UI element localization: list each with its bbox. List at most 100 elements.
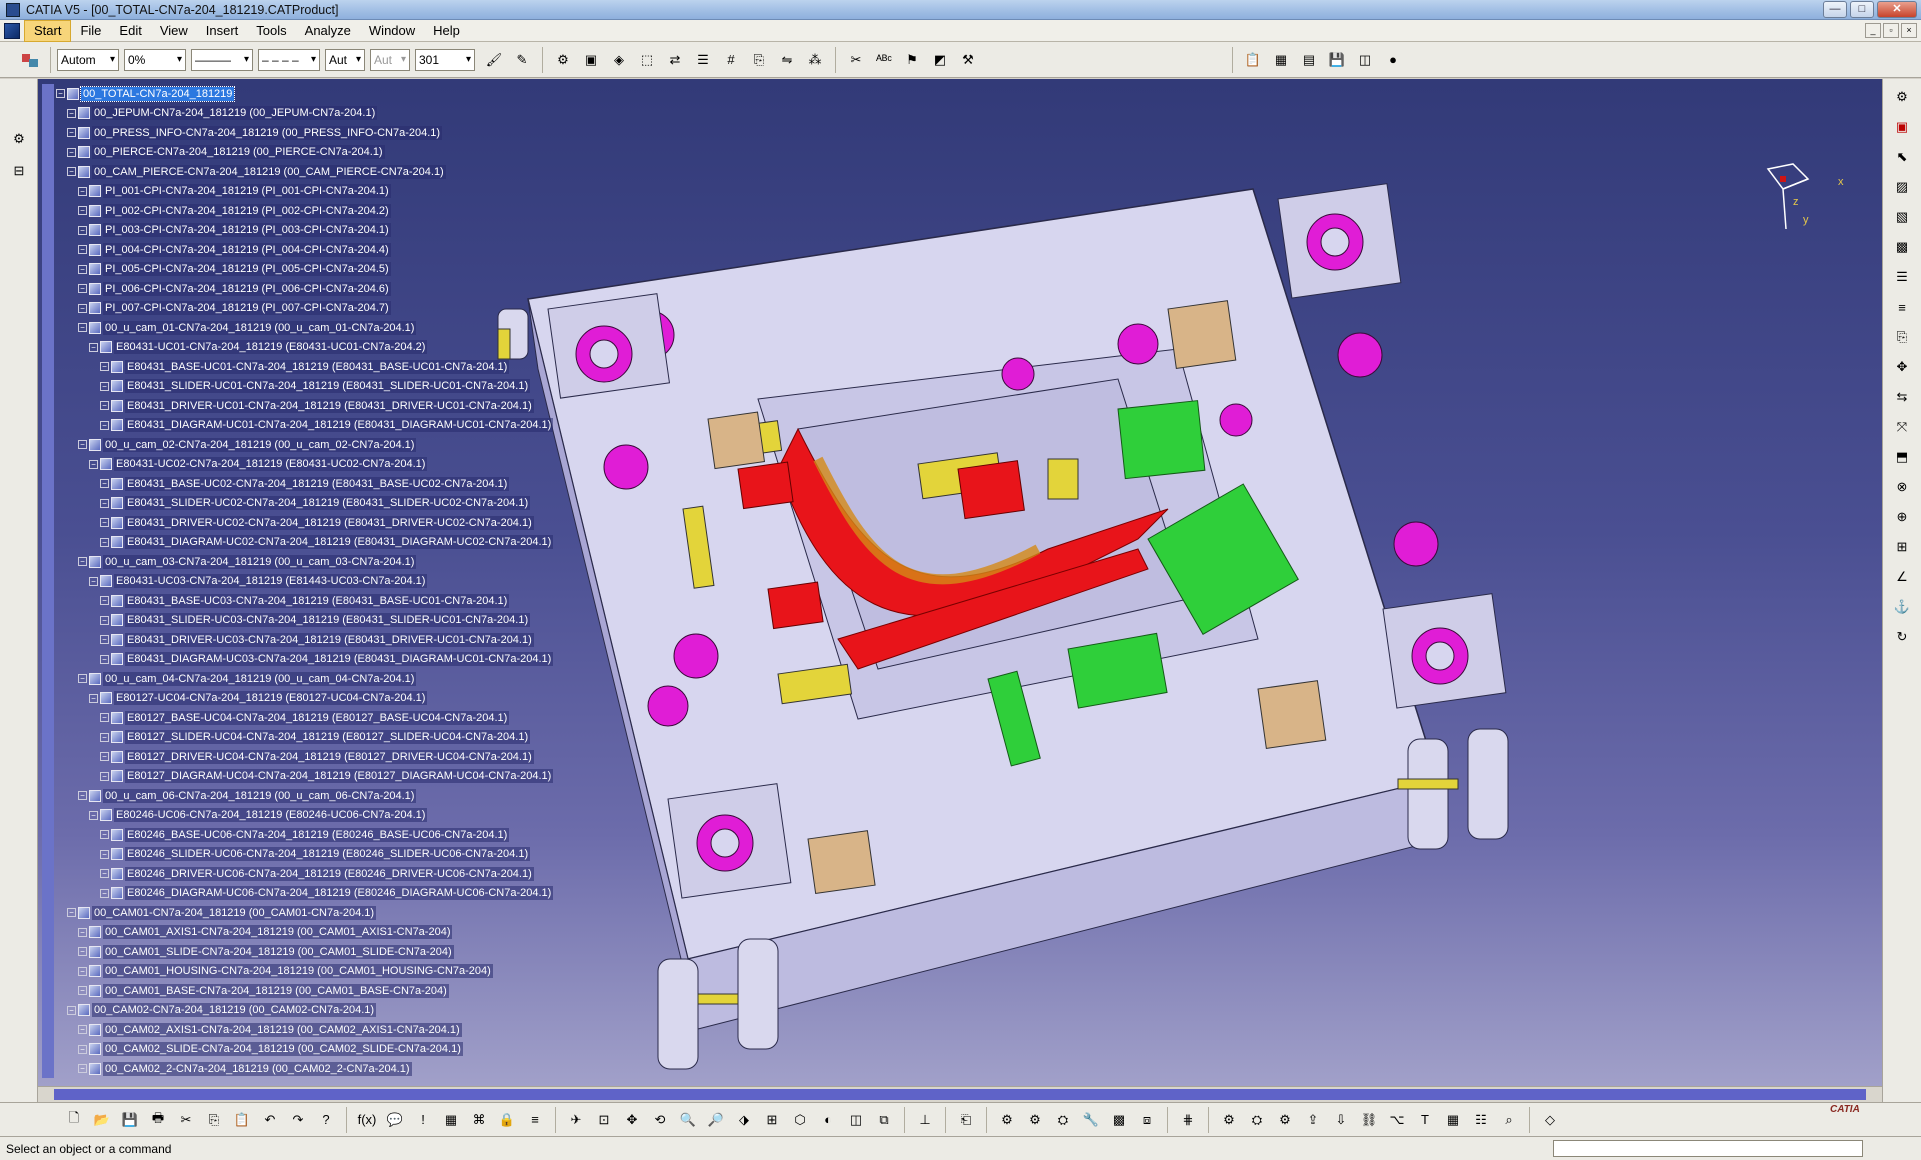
product-icon[interactable] — [18, 48, 42, 72]
tree-node-label[interactable]: 00_u_cam_04-CN7a-204_181219 (00_u_cam_04… — [103, 671, 417, 686]
tree-node[interactable]: − E80246_SLIDER-UC06-CN7a-204_181219 (E80… — [56, 845, 576, 865]
expand-toggle-icon[interactable]: − — [100, 362, 109, 372]
tree-node[interactable]: − E80431_DIAGRAM-UC01-CN7a-204_181219 (E8… — [56, 416, 576, 436]
insert-part-icon[interactable]: ▧ — [1890, 205, 1914, 229]
expand-toggle-icon[interactable]: − — [100, 615, 109, 625]
zoom-out-icon[interactable]: 🔎 — [704, 1108, 728, 1132]
tree-node-label[interactable]: E80431_DIAGRAM-UC03-CN7a-204_181219 (E80… — [125, 652, 554, 667]
tree-node-label[interactable]: E80246_BASE-UC06-CN7a-204_181219 (E80246… — [125, 827, 510, 842]
new-file-icon[interactable]: 🗋 — [62, 1108, 86, 1132]
snap-icon[interactable]: ⇆ — [1890, 385, 1914, 409]
lock-icon[interactable]: 🔒 — [495, 1108, 519, 1132]
expand-toggle-icon[interactable]: − — [89, 693, 98, 703]
hide-show-icon[interactable]: ◫ — [844, 1108, 868, 1132]
expand-toggle-icon[interactable]: − — [78, 557, 87, 567]
tree-node[interactable]: − E80431_DRIVER-UC03-CN7a-204_181219 (E80… — [56, 630, 576, 650]
new-component-icon[interactable]: ⚙ — [551, 48, 575, 72]
expand-toggle-icon[interactable]: − — [78, 1025, 87, 1035]
menu-insert[interactable]: Insert — [197, 20, 248, 42]
tree-node[interactable]: − PI_001-CPI-CN7a-204_181219 (PI_001-CPI-… — [56, 182, 576, 202]
open-file-icon[interactable]: 📂 — [90, 1108, 114, 1132]
tree-node-label[interactable]: E80431_DRIVER-UC01-CN7a-204_181219 (E804… — [125, 398, 534, 413]
tree-node[interactable]: − PI_003-CPI-CN7a-204_181219 (PI_003-CPI-… — [56, 221, 576, 241]
tree-node[interactable]: − PI_006-CPI-CN7a-204_181219 (PI_006-CPI-… — [56, 279, 576, 299]
tree-node-label[interactable]: E80431_SLIDER-UC02-CN7a-204_181219 (E804… — [125, 496, 531, 511]
insert-existing-icon[interactable]: ▩ — [1890, 235, 1914, 259]
tree-node-label[interactable]: E80431_BASE-UC01-CN7a-204_181219 (E80431… — [125, 359, 510, 374]
iso-view-icon[interactable]: ⬡ — [788, 1108, 812, 1132]
tree-node[interactable]: − 00_PRESS_INFO-CN7a-204_181219 (00_PRESS… — [56, 123, 576, 143]
mechanism-icon[interactable]: ⛭ — [1051, 1108, 1075, 1132]
product-management-icon[interactable]: ⚙ — [7, 127, 31, 151]
catalog-icon[interactable]: ◫ — [1353, 48, 1377, 72]
tree-node-label[interactable]: E80127_BASE-UC04-CN7a-204_181219 (E80127… — [125, 710, 510, 725]
assembly-features-icon[interactable]: ⚙ — [1890, 85, 1914, 109]
swap-visible-space-icon[interactable]: ⧉ — [872, 1108, 896, 1132]
expand-toggle-icon[interactable]: − — [100, 537, 109, 547]
tree-node-label[interactable]: PI_007-CPI-CN7a-204_181219 (PI_007-CPI-C… — [103, 301, 391, 316]
doc-minimize-button[interactable]: _ — [1865, 23, 1881, 38]
tree-node-label[interactable]: E80246-UC06-CN7a-204_181219 (E80246-UC06… — [114, 808, 428, 823]
tree-node[interactable]: − 00_CAM01_SLIDE-CN7a-204_181219 (00_CAM0… — [56, 942, 576, 962]
expand-toggle-icon[interactable]: − — [100, 654, 109, 664]
tree-node-label[interactable]: E80431_SLIDER-UC03-CN7a-204_181219 (E804… — [125, 613, 531, 628]
expand-toggle-icon[interactable]: − — [100, 635, 109, 645]
tree-node[interactable]: − 00_CAM01_AXIS1-CN7a-204_181219 (00_CAM0… — [56, 923, 576, 943]
tree-node[interactable]: − 00_CAM01_HOUSING-CN7a-204_181219 (00_CA… — [56, 962, 576, 982]
tree-icon[interactable]: ⌥ — [1385, 1108, 1409, 1132]
tree-node-label[interactable]: PI_005-CPI-CN7a-204_181219 (PI_005-CPI-C… — [103, 262, 391, 277]
parts-list-icon[interactable]: ☷ — [1469, 1108, 1493, 1132]
plane-icon[interactable]: ◇ — [1538, 1108, 1562, 1132]
save-file-icon[interactable]: 💾 — [118, 1108, 142, 1132]
tree-node-label[interactable]: PI_001-CPI-CN7a-204_181219 (PI_001-CPI-C… — [103, 184, 391, 199]
expand-toggle-icon[interactable]: − — [78, 440, 87, 450]
manage-representations-icon[interactable]: ⇋ — [775, 48, 799, 72]
expand-toggle-icon[interactable]: − — [67, 167, 76, 177]
expand-toggle-icon[interactable]: − — [89, 576, 98, 586]
expand-toggle-icon[interactable]: − — [100, 771, 109, 781]
expand-toggle-icon[interactable]: − — [100, 381, 109, 391]
selective-load-icon[interactable]: ⎘ — [747, 48, 771, 72]
tree-node-label[interactable]: 00_CAM02-CN7a-204_181219 (00_CAM02-CN7a-… — [92, 1003, 377, 1018]
tree-node-label[interactable]: E80431-UC02-CN7a-204_181219 (E80431-UC02… — [114, 457, 428, 472]
catalog-browser-icon[interactable]: ⌘ — [467, 1108, 491, 1132]
tree-node[interactable]: − PI_002-CPI-CN7a-204_181219 (PI_002-CPI-… — [56, 201, 576, 221]
menu-help[interactable]: Help — [424, 20, 469, 42]
bom-list-icon[interactable]: ▤ — [1297, 48, 1321, 72]
expand-toggle-icon[interactable]: − — [100, 752, 109, 762]
tree-node[interactable]: − E80246_BASE-UC06-CN7a-204_181219 (E8024… — [56, 825, 576, 845]
tree-node-label[interactable]: E80246_DRIVER-UC06-CN7a-204_181219 (E802… — [125, 866, 534, 881]
tree-node-label[interactable]: E80431_SLIDER-UC01-CN7a-204_181219 (E804… — [125, 379, 531, 394]
new-product-icon[interactable]: ▣ — [579, 48, 603, 72]
tree-node-label[interactable]: E80431-UC01-CN7a-204_181219 (E80431-UC01… — [114, 340, 428, 355]
tree-node-label[interactable]: 00_u_cam_03-CN7a-204_181219 (00_u_cam_03… — [103, 554, 417, 569]
tree-node-label[interactable]: 00_CAM01_HOUSING-CN7a-204_181219 (00_CAM… — [103, 964, 493, 979]
expand-toggle-icon[interactable]: − — [78, 245, 87, 255]
tree-node-label[interactable]: PI_004-CPI-CN7a-204_181219 (PI_004-CPI-C… — [103, 242, 391, 257]
save-icon[interactable]: 💾 — [1325, 48, 1349, 72]
tree-node-label[interactable]: 00_CAM01_BASE-CN7a-204_181219 (00_CAM01_… — [103, 983, 449, 998]
close-button[interactable]: ✕ — [1877, 1, 1917, 18]
expand-toggle-icon[interactable]: − — [100, 713, 109, 723]
fly-mode-icon[interactable]: ✈ — [564, 1108, 588, 1132]
multi-instantiation-icon[interactable]: ⁂ — [803, 48, 827, 72]
tree-node-label[interactable]: E80127_DRIVER-UC04-CN7a-204_181219 (E801… — [125, 749, 534, 764]
tree-node-label[interactable]: 00_u_cam_02-CN7a-204_181219 (00_u_cam_02… — [103, 437, 417, 452]
knowledge-icon[interactable]: ● — [1381, 48, 1405, 72]
grid-snap-icon[interactable]: ⋕ — [1176, 1108, 1200, 1132]
move-icon[interactable]: ✥ — [1890, 355, 1914, 379]
expand-toggle-icon[interactable]: − — [67, 1005, 76, 1015]
bom-table-icon[interactable]: ▦ — [1269, 48, 1293, 72]
tree-node[interactable]: − 00_CAM02_AXIS1-CN7a-204_181219 (00_CAM0… — [56, 1020, 576, 1040]
tree-node[interactable]: − PI_005-CPI-CN7a-204_181219 (PI_005-CPI-… — [56, 260, 576, 280]
expand-toggle-icon[interactable]: − — [78, 947, 87, 957]
tree-node-label[interactable]: E80431_BASE-UC02-CN7a-204_181219 (E80431… — [125, 476, 510, 491]
copy-icon[interactable]: ⎘ — [202, 1108, 226, 1132]
tree-node-label[interactable]: PI_002-CPI-CN7a-204_181219 (PI_002-CPI-C… — [103, 203, 391, 218]
menu-analyze[interactable]: Analyze — [296, 20, 360, 42]
tree-node[interactable]: − E80431_SLIDER-UC03-CN7a-204_181219 (E80… — [56, 611, 576, 631]
tree-node[interactable]: − E80431_SLIDER-UC02-CN7a-204_181219 (E80… — [56, 494, 576, 514]
menu-start[interactable]: Start — [24, 19, 72, 42]
catia-app-icon[interactable] — [6, 2, 20, 17]
weld-icon[interactable]: ⚒ — [956, 48, 980, 72]
